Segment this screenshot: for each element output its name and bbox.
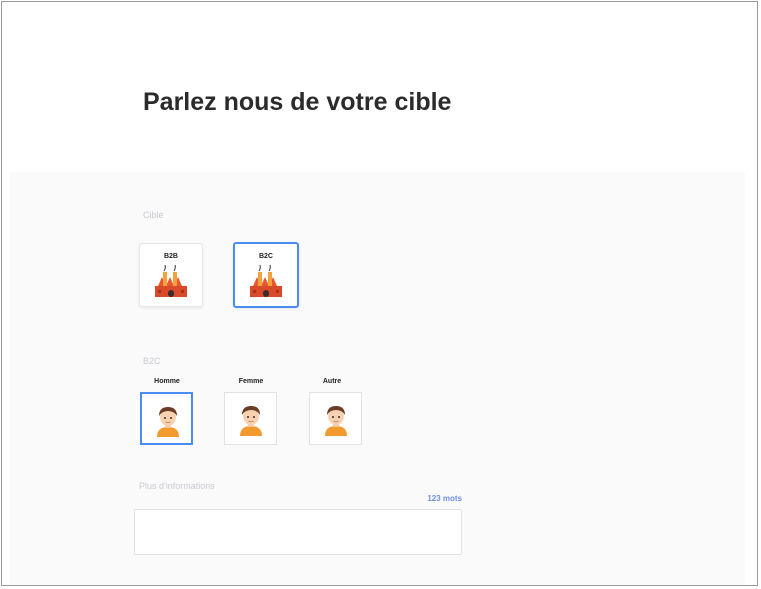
person-avatar-icon [157, 407, 179, 437]
more-info-label: Plus d'informations [139, 481, 215, 491]
person-avatar-icon [325, 406, 347, 436]
gender-option-femme[interactable] [224, 392, 277, 445]
factory-icon [155, 264, 187, 297]
cible-option-label: B2B [163, 253, 178, 260]
factory-icon [250, 264, 282, 297]
cible-option-label: B2C [258, 253, 273, 260]
page-title: Parlez nous de votre cible [143, 88, 452, 116]
word-count: 123 mots [427, 494, 462, 503]
gender-label-autre: Autre [322, 378, 342, 385]
gender-option-homme[interactable] [140, 392, 193, 445]
person-avatar-icon [240, 406, 262, 436]
cible-section-label: Cible [143, 210, 164, 220]
cible-option-b2c[interactable]: B2C [233, 242, 299, 308]
b2c-section-label: B2C [143, 356, 161, 366]
gender-label-femme: Femme [238, 378, 264, 385]
cible-option-b2b[interactable]: B2B [139, 243, 203, 307]
gender-option-autre[interactable] [309, 392, 362, 445]
more-info-textarea[interactable] [134, 509, 462, 555]
gender-label-homme: Homme [154, 378, 180, 385]
